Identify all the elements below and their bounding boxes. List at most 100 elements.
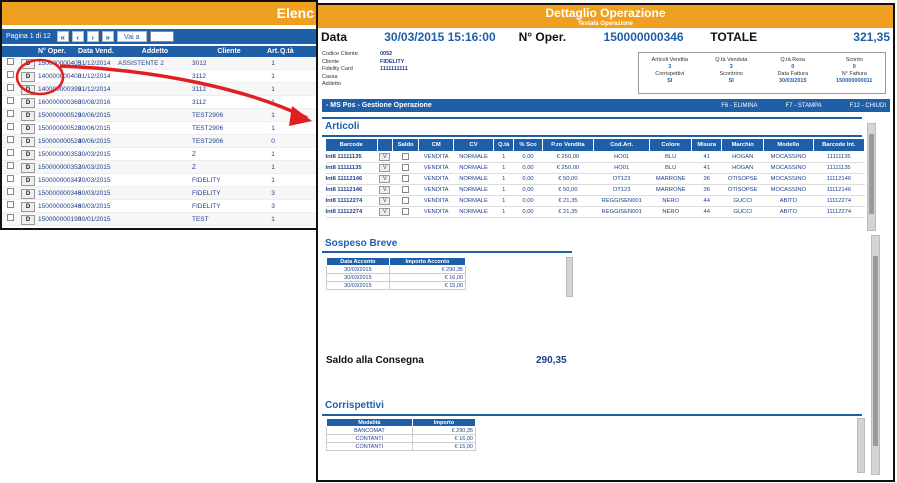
goto-page-input[interactable] <box>149 31 174 42</box>
oper-number[interactable]: 140000000400 <box>38 70 81 83</box>
cell-cod: OT123 <box>593 184 650 196</box>
oper-number[interactable]: 150000000529 <box>38 109 81 122</box>
col-header[interactable]: Art. <box>266 46 280 57</box>
checkbox[interactable] <box>6 70 14 78</box>
checkbox[interactable] <box>6 109 14 117</box>
cell-qta: 1 <box>493 162 514 174</box>
saldo-checkbox[interactable] <box>402 152 410 160</box>
col-header[interactable]: N° Oper. <box>38 46 78 57</box>
view-button[interactable]: V <box>379 153 391 161</box>
checkbox[interactable] <box>6 174 14 182</box>
table-row[interactable]: D 150000000190 30/01/2015 TEST 1 <box>2 213 316 226</box>
view-button[interactable]: V <box>379 164 391 172</box>
oper-number[interactable]: 150000000347 <box>38 174 81 187</box>
detail-button[interactable]: D <box>21 58 35 69</box>
table-row[interactable]: D 150000000346 30/03/2015 FIDELITY 3 <box>2 187 316 200</box>
checkbox[interactable] <box>6 187 14 195</box>
oper-number[interactable]: 150000000190 <box>38 213 81 226</box>
oper-number[interactable]: 150000000346 <box>38 187 81 200</box>
checkbox[interactable] <box>6 96 14 104</box>
corrispettivi-scrollbar[interactable] <box>857 418 865 473</box>
table-row[interactable]: D 140000000400 31/12/2014 3112 1 <box>2 70 316 83</box>
detail-button[interactable]: D <box>21 110 35 121</box>
detail-scrollbar[interactable] <box>871 235 880 475</box>
checkbox[interactable] <box>6 135 14 143</box>
detail-button[interactable]: D <box>21 123 35 134</box>
checkbox[interactable] <box>6 57 14 65</box>
row-checkbox[interactable] <box>2 83 18 96</box>
row-checkbox[interactable] <box>2 174 18 187</box>
view-button[interactable]: V <box>379 197 391 205</box>
table-row[interactable]: D 150000000353 30/03/2015 Z 1 <box>2 148 316 161</box>
row-checkbox[interactable] <box>2 96 18 109</box>
col-header[interactable]: Q.tà <box>280 46 294 57</box>
detail-button[interactable]: D <box>21 149 35 160</box>
delete-button[interactable]: F6 - ELIMINA <box>721 103 757 109</box>
oper-number[interactable]: 140000000399 <box>38 83 81 96</box>
checkbox[interactable] <box>6 200 14 208</box>
col-header: Colore <box>649 138 692 152</box>
row-checkbox[interactable] <box>2 213 18 226</box>
checkbox[interactable] <box>6 122 14 130</box>
row-checkbox[interactable] <box>2 135 18 148</box>
table-row[interactable]: D 150000000524 30/06/2015 TEST2906 0 <box>2 135 316 148</box>
checkbox[interactable] <box>6 148 14 156</box>
oper-number[interactable]: 150000000524 <box>38 135 81 148</box>
table-row[interactable]: D 150000000352 30/03/2015 Z 1 <box>2 161 316 174</box>
oper-number[interactable]: 150000000528 <box>38 122 81 135</box>
row-checkbox[interactable] <box>2 148 18 161</box>
table-row[interactable]: D 150000000405 31/12/2014 ASSISTENTE 2 3012 1 <box>2 57 316 70</box>
row-checkbox[interactable] <box>2 122 18 135</box>
close-button[interactable]: F12 - CHIUDI <box>850 103 886 109</box>
next-page-button[interactable]: › <box>86 31 99 42</box>
col-header[interactable]: Cliente <box>192 46 266 57</box>
goto-page-button[interactable]: Vai a <box>116 31 147 42</box>
oper-number[interactable]: 150000000353 <box>38 148 81 161</box>
table-row[interactable]: D 150000000528 30/06/2015 TEST2906 1 <box>2 122 316 135</box>
view-button[interactable]: V <box>379 175 391 183</box>
saldo-checkbox[interactable] <box>402 185 410 193</box>
view-button[interactable]: V <box>379 186 391 194</box>
table-row[interactable]: D 160000000360 30/08/2016 3112 1 <box>2 96 316 109</box>
detail-button[interactable]: D <box>21 97 35 108</box>
saldo-checkbox[interactable] <box>402 174 410 182</box>
row-checkbox[interactable] <box>2 161 18 174</box>
cell-prezzo: € 250,00 <box>542 151 594 163</box>
saldo-checkbox[interactable] <box>402 196 410 204</box>
row-checkbox[interactable] <box>2 200 18 213</box>
checkbox[interactable] <box>6 213 14 221</box>
oper-number[interactable]: 150000000346 <box>38 200 81 213</box>
detail-button[interactable]: D <box>21 136 35 147</box>
first-page-button[interactable]: « <box>56 31 69 42</box>
oper-number[interactable]: 160000000360 <box>38 96 81 109</box>
detail-button[interactable]: D <box>21 162 35 173</box>
table-row[interactable]: D 140000000399 31/12/2014 3112 1 <box>2 83 316 96</box>
detail-button[interactable]: D <box>21 175 35 186</box>
row-checkbox[interactable] <box>2 70 18 83</box>
print-button[interactable]: F7 - STAMPA <box>786 103 822 109</box>
row-checkbox[interactable] <box>2 57 18 70</box>
detail-button[interactable]: D <box>21 201 35 212</box>
detail-button[interactable]: D <box>21 188 35 199</box>
oper-number[interactable]: 150000000405 <box>38 57 81 70</box>
prev-page-button[interactable]: ‹ <box>71 31 84 42</box>
oper-number[interactable]: 150000000352 <box>38 161 81 174</box>
col-header[interactable]: Addetto <box>118 46 192 57</box>
last-page-button[interactable]: » <box>101 31 114 42</box>
table-row[interactable]: D 150000000347 30/03/2015 FIDELITY 1 <box>2 174 316 187</box>
row-checkbox[interactable] <box>2 109 18 122</box>
checkbox[interactable] <box>6 83 14 91</box>
table-row[interactable]: D 150000000346 30/03/2015 FIDELITY 3 <box>2 200 316 213</box>
checkbox[interactable] <box>6 161 14 169</box>
table-row[interactable]: D 150000000529 30/06/2015 TEST2906 1 <box>2 109 316 122</box>
row-checkbox[interactable] <box>2 187 18 200</box>
col-header[interactable]: Data Vend. <box>78 46 118 57</box>
saldo-checkbox[interactable] <box>402 163 410 171</box>
articoli-scrollbar[interactable] <box>867 123 876 231</box>
detail-button[interactable]: D <box>21 84 35 95</box>
detail-button[interactable]: D <box>21 71 35 82</box>
detail-button[interactable]: D <box>21 214 35 225</box>
saldo-checkbox[interactable] <box>402 207 410 215</box>
view-button[interactable]: V <box>379 208 391 216</box>
sospeso-scrollbar[interactable] <box>566 257 573 297</box>
